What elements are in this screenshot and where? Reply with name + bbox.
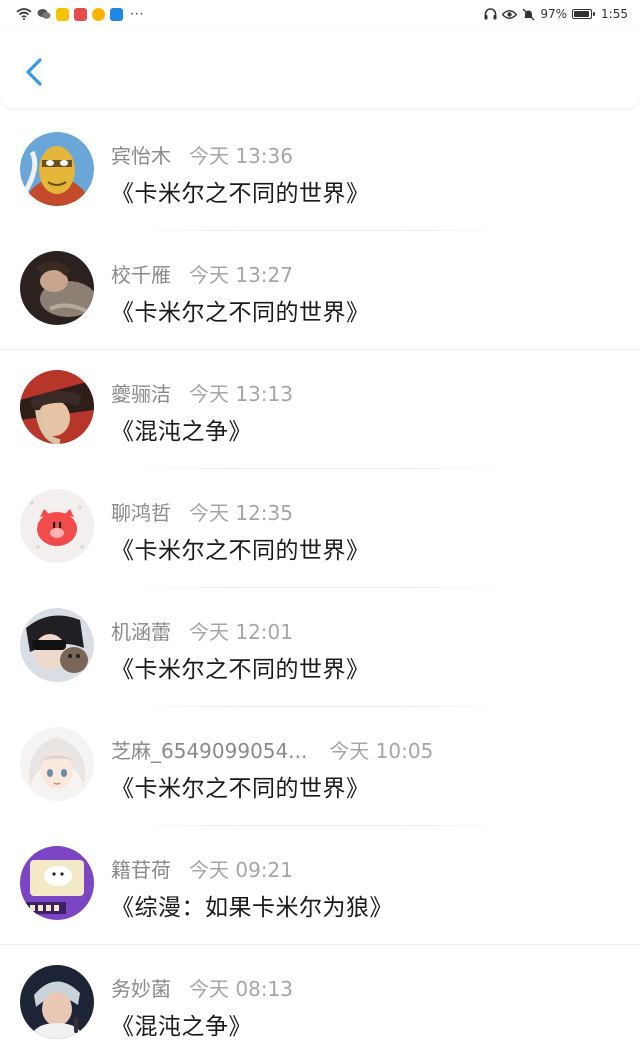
timestamp: 今天 08:13 bbox=[189, 977, 293, 1001]
list-item[interactable]: 芝麻_6549099054... 今天 10:05 《卡米尔之不同的世界》 bbox=[0, 707, 640, 826]
avatar bbox=[20, 251, 94, 325]
eye-icon bbox=[502, 9, 518, 19]
avatar bbox=[20, 370, 94, 444]
timestamp: 今天 09:21 bbox=[189, 858, 293, 882]
sender-name: 宾怡木 bbox=[111, 144, 171, 168]
sender-name: 芝麻_6549099054... bbox=[111, 739, 308, 763]
more-notifications-icon: ··· bbox=[130, 7, 145, 21]
timestamp: 今天 13:27 bbox=[189, 263, 293, 287]
message-meta: 宾怡木 今天 13:36 bbox=[111, 140, 293, 169]
timestamp: 今天 13:13 bbox=[189, 382, 293, 406]
weibo-icon bbox=[92, 7, 105, 21]
avatar bbox=[20, 846, 94, 920]
wechat-icon bbox=[37, 9, 51, 19]
wifi-icon bbox=[16, 8, 32, 20]
message-meta: 聊鸿哲 今天 12:35 bbox=[111, 497, 293, 526]
book-title: 《综漫：如果卡米尔为狼》 bbox=[111, 895, 393, 921]
app-notification-icon bbox=[56, 7, 69, 21]
book-title: 《混沌之争》 bbox=[111, 419, 252, 445]
status-bar-right: 97% 1:55 bbox=[484, 7, 628, 21]
book-title: 《卡米尔之不同的世界》 bbox=[111, 300, 370, 326]
list-item[interactable]: 务妙菌 今天 08:13 《混沌之争》 bbox=[0, 945, 640, 1064]
message-meta: 务妙菌 今天 08:13 bbox=[111, 973, 293, 1002]
avatar bbox=[20, 965, 94, 1039]
clock: 1:55 bbox=[601, 7, 628, 21]
sender-name: 籍苷荷 bbox=[111, 858, 171, 882]
mute-bell-icon bbox=[522, 8, 535, 20]
message-meta: 校千雁 今天 13:27 bbox=[111, 259, 293, 288]
timestamp: 今天 12:35 bbox=[189, 501, 293, 525]
top-navigation-bar bbox=[0, 28, 640, 108]
timestamp: 今天 10:05 bbox=[329, 739, 434, 763]
avatar bbox=[20, 489, 94, 563]
avatar bbox=[20, 132, 94, 206]
avatar bbox=[20, 608, 94, 682]
message-meta: 夔骊洁 今天 13:13 bbox=[111, 378, 293, 407]
book-title: 《卡米尔之不同的世界》 bbox=[111, 657, 370, 683]
book-title: 《卡米尔之不同的世界》 bbox=[111, 776, 370, 802]
list-item[interactable]: 机涵蕾 今天 12:01 《卡米尔之不同的世界》 bbox=[0, 588, 640, 707]
sender-name: 务妙菌 bbox=[111, 977, 171, 1001]
sender-name: 聊鸿哲 bbox=[111, 501, 171, 525]
battery-icon bbox=[572, 9, 596, 19]
timestamp: 今天 12:01 bbox=[189, 620, 293, 644]
battery-percent: 97% bbox=[540, 7, 568, 21]
list-item[interactable]: 校千雁 今天 13:27 《卡米尔之不同的世界》 bbox=[0, 231, 640, 350]
chevron-left-icon bbox=[26, 58, 42, 86]
message-meta: 籍苷荷 今天 09:21 bbox=[111, 854, 293, 883]
sender-name: 机涵蕾 bbox=[111, 620, 171, 644]
message-meta: 机涵蕾 今天 12:01 bbox=[111, 616, 293, 645]
book-title: 《混沌之争》 bbox=[111, 1014, 252, 1040]
book-title: 《卡米尔之不同的世界》 bbox=[111, 538, 370, 564]
app-notification-icon bbox=[110, 7, 123, 21]
list-item[interactable]: 籍苷荷 今天 09:21 《综漫：如果卡米尔为狼》 bbox=[0, 826, 640, 945]
sender-name: 夔骊洁 bbox=[111, 382, 171, 406]
status-bar: ··· 97% 1:55 bbox=[0, 0, 640, 28]
timestamp: 今天 13:36 bbox=[189, 144, 293, 168]
message-list: 宾怡木 今天 13:36 《卡米尔之不同的世界》 校千雁 今天 13:27 《卡… bbox=[0, 112, 640, 1064]
sender-name: 校千雁 bbox=[111, 263, 171, 287]
status-bar-left: ··· bbox=[16, 7, 144, 21]
list-item[interactable]: 夔骊洁 今天 13:13 《混沌之争》 bbox=[0, 350, 640, 469]
message-meta: 芝麻_6549099054... 今天 10:05 bbox=[111, 735, 433, 764]
app-notification-icon bbox=[74, 7, 87, 21]
headphones-icon bbox=[484, 8, 497, 20]
avatar bbox=[20, 727, 94, 801]
list-item[interactable]: 宾怡木 今天 13:36 《卡米尔之不同的世界》 bbox=[0, 112, 640, 231]
list-item[interactable]: 聊鸿哲 今天 12:35 《卡米尔之不同的世界》 bbox=[0, 469, 640, 588]
back-button[interactable] bbox=[18, 52, 52, 92]
book-title: 《卡米尔之不同的世界》 bbox=[111, 181, 370, 207]
